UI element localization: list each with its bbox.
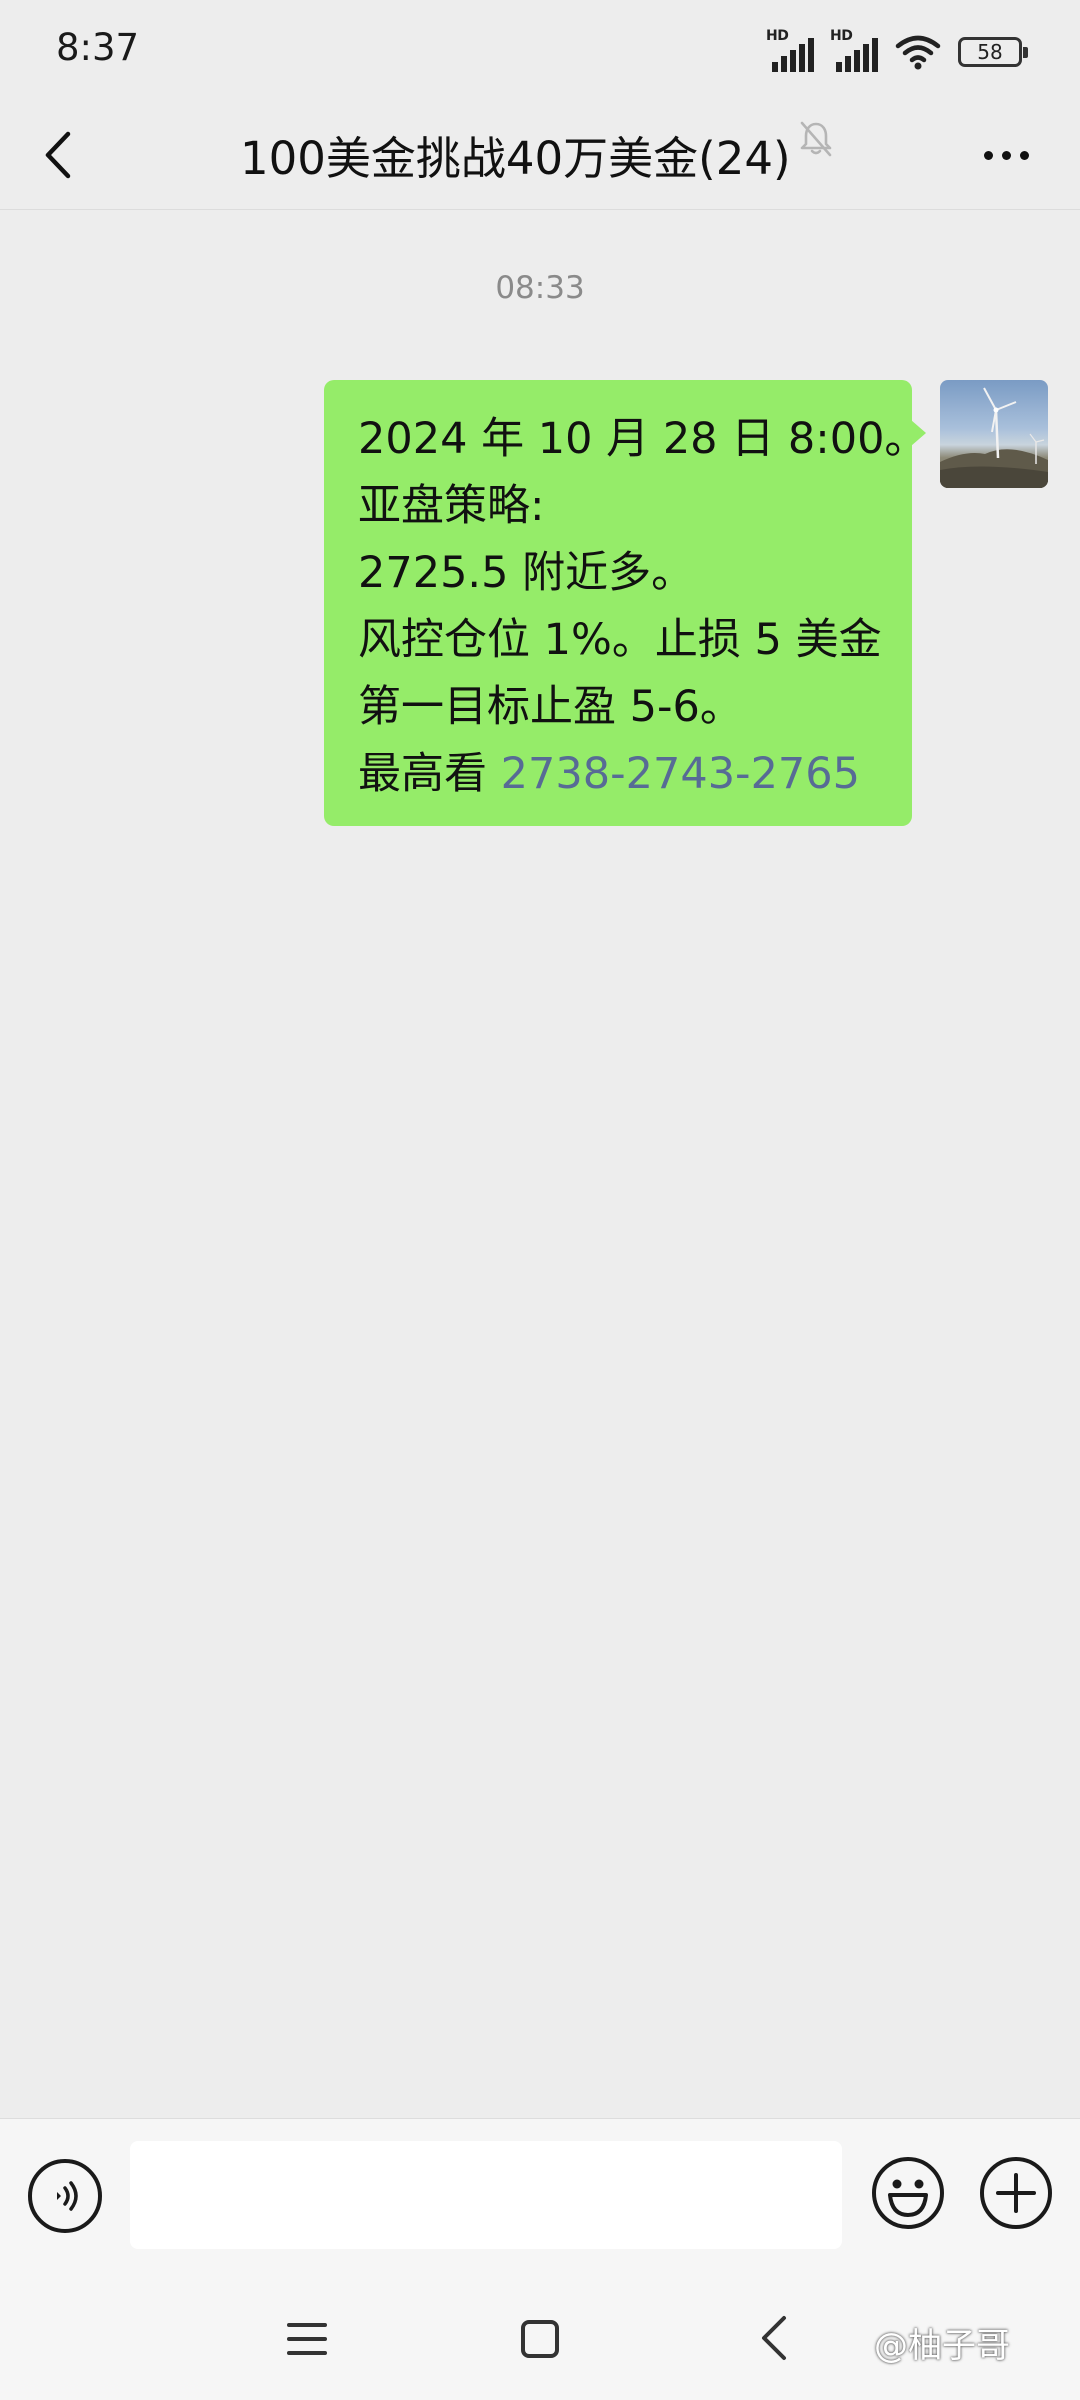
back-icon[interactable]: [756, 2312, 792, 2364]
message-text: 最高看: [358, 749, 501, 799]
message-link[interactable]: 2738-2743-2765: [501, 749, 860, 799]
wifi-icon: [895, 35, 941, 70]
message-line: 2725.5 附近多。: [358, 548, 695, 598]
plus-circle-icon[interactable]: [978, 2155, 1054, 2231]
battery-icon: 58: [958, 37, 1028, 67]
battery-level: 58: [977, 40, 1003, 64]
dot-icon: [983, 150, 993, 160]
menu-icon[interactable]: [284, 2316, 330, 2362]
message-line: 亚盘策略:: [358, 481, 545, 531]
status-time: 8:37: [56, 26, 140, 69]
signal-icon: HD: [766, 28, 814, 72]
dot-icon: [1001, 150, 1011, 160]
message-line: 2024 年 10 月 28 日 8:00。: [358, 414, 928, 464]
input-bar: [0, 2118, 1080, 2278]
voice-wave-icon: [57, 2181, 78, 2211]
status-icons: HD HD 58: [766, 28, 1028, 76]
emoji-icon[interactable]: [870, 2155, 946, 2231]
system-nav-bar: @柚子哥: [0, 2278, 1080, 2400]
dot-icon: [1019, 150, 1029, 160]
chat-header: 100美金挑战40万美金(24): [0, 100, 1080, 210]
avatar[interactable]: [940, 380, 1048, 488]
voice-icon[interactable]: [28, 2159, 102, 2233]
message-line: 第一目标止盈 5-6。: [358, 682, 743, 732]
status-bar: 8:37 HD HD 58: [0, 0, 1080, 100]
message-timestamp: 08:33: [495, 270, 585, 306]
signal-icon: HD: [830, 28, 878, 72]
message-bubble[interactable]: 2024 年 10 月 28 日 8:00。 亚盘策略: 2725.5 附近多。…: [324, 380, 928, 826]
message-line: 最高看 2738-2743-2765: [358, 741, 890, 808]
bell-off-icon: [800, 121, 832, 157]
chevron-left-icon[interactable]: [30, 122, 90, 188]
home-icon[interactable]: [520, 2316, 560, 2362]
watermark: @柚子哥: [874, 2326, 1010, 2366]
message-line: 风控仓位 1%。止损 5 美金: [358, 615, 882, 665]
chat-title: 100美金挑战40万美金(24): [240, 131, 791, 185]
wind-turbine-image: [940, 387, 1048, 488]
message-input[interactable]: [130, 2141, 842, 2249]
more-options-button[interactable]: [968, 130, 1044, 180]
